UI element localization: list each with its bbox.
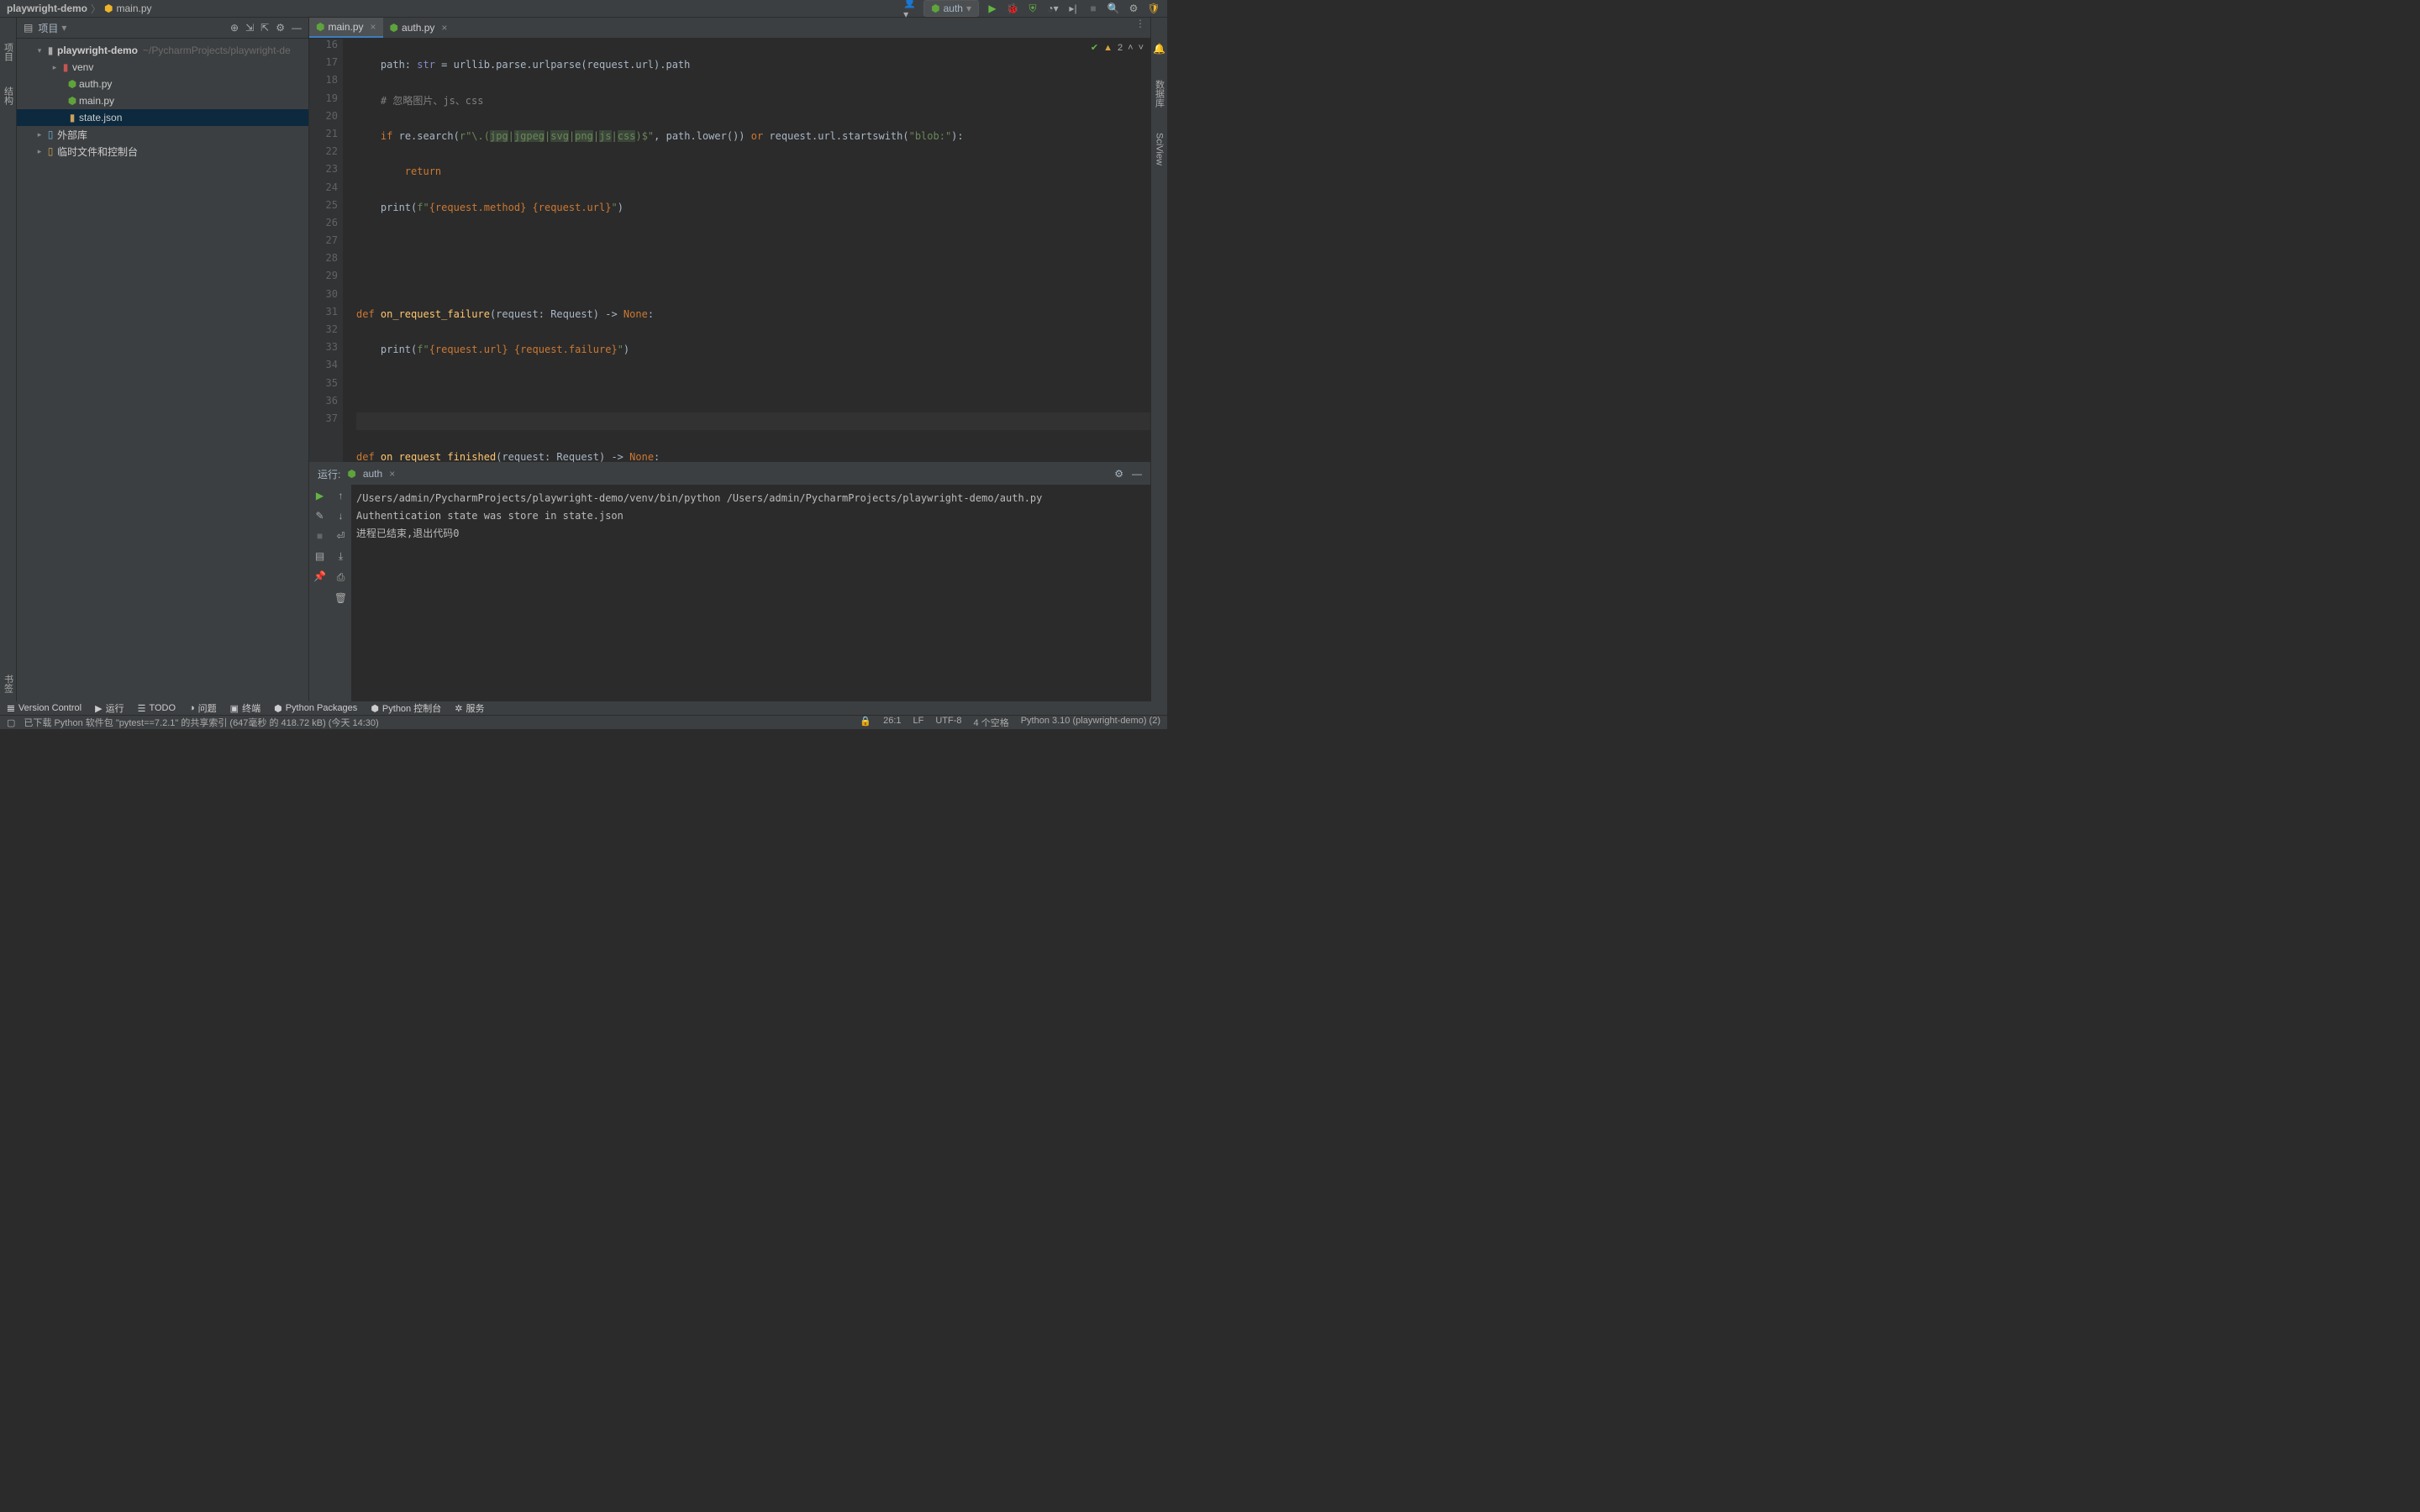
tree-auth-py[interactable]: ⬢ auth.py	[17, 76, 308, 92]
run-config-selector[interactable]: ⬢ auth ▾	[923, 0, 979, 17]
project-tool-button[interactable]: 项目	[2, 43, 15, 61]
debug-icon[interactable]: 🐞	[1006, 2, 1019, 15]
wrap-icon[interactable]: ⏎	[336, 530, 345, 542]
run-minimize-icon[interactable]: —	[1132, 468, 1142, 480]
tree-settings-icon[interactable]: ⚙	[276, 22, 285, 34]
tab-auth-py[interactable]: ⬢auth.py×	[383, 18, 455, 38]
tab-main-py[interactable]: ⬢main.py×	[309, 18, 383, 38]
up-icon[interactable]: ˄	[1128, 43, 1133, 53]
editor-tabs: ⬢main.py× ⬢auth.py× ⋮	[309, 18, 1150, 39]
services-tool-button[interactable]: ✲ 服务	[455, 701, 484, 715]
run-tool-window: 运行: ⬢ auth × ⚙ — ▶ ✎ ■ ▤ 📌 ↑	[309, 462, 1150, 701]
line-number-gutter: 16 17 18 19 20 21 22 23 24 25 26 27 28 2…	[309, 39, 343, 462]
stop-icon[interactable]: ■	[1086, 2, 1100, 15]
run-label: 运行:	[318, 467, 340, 481]
right-tool-stripe: 🔔 数据库 SciView	[1150, 18, 1167, 701]
code-content[interactable]: path: str = urllib.parse.urlparse(reques…	[353, 39, 1150, 462]
close-icon[interactable]: ×	[371, 21, 376, 33]
layout-icon[interactable]: ▤	[315, 550, 324, 562]
structure-tool-button[interactable]: 结构	[2, 87, 15, 105]
status-bar: ▢ 已下载 Python 软件包 "pytest==7.2.1" 的共享索引 (…	[0, 715, 1167, 729]
locate-icon[interactable]: ⊕	[230, 22, 239, 34]
bottom-tool-stripe: 𝌆 Version Control ▶ 运行 ☰ TODO ◑ 问题 ▣ 终端 …	[0, 701, 1167, 715]
run-toolbar-2: ↑ ↓ ⏎ ⤓ ⎙ 🗑	[330, 485, 351, 701]
tree-state-json[interactable]: ▮ state.json	[17, 109, 308, 126]
status-position[interactable]: 26:1	[883, 716, 901, 729]
database-tool-button[interactable]: 数据库	[1153, 80, 1166, 108]
tree-main-py[interactable]: ⬢ main.py	[17, 92, 308, 109]
expand-icon[interactable]: ⇲	[245, 22, 254, 34]
tool-window-toggle-icon[interactable]: ▢	[7, 717, 15, 728]
tree-root[interactable]: ▾▮ playwright-demo ~/PycharmProjects/pla…	[17, 42, 308, 59]
run-output[interactable]: /Users/admin/PycharmProjects/playwright-…	[351, 485, 1150, 701]
down-icon[interactable]: ˅	[1139, 43, 1144, 53]
run-toolbar-left: ▶ ✎ ■ ▤ 📌	[309, 485, 330, 701]
run-header: 运行: ⬢ auth × ⚙ —	[309, 463, 1150, 485]
add-user-icon[interactable]: 👤▾	[903, 2, 917, 15]
project-tree[interactable]: ▾▮ playwright-demo ~/PycharmProjects/pla…	[17, 39, 308, 701]
status-message: 已下载 Python 软件包 "pytest==7.2.1" 的共享索引 (64…	[24, 716, 378, 729]
python-console-tool-button[interactable]: ⬢ Python 控制台	[371, 701, 441, 715]
stop-icon[interactable]: ■	[317, 530, 323, 542]
sciview-tool-button[interactable]: SciView	[1155, 133, 1165, 165]
search-icon[interactable]: 🔍	[1107, 2, 1120, 15]
pin-icon[interactable]: 📌	[313, 570, 326, 582]
project-tree-panel: ▤ 项目▾ ⊕ ⇲ ⇱ ⚙ — ▾▮ playwright-demo ~/Pyc…	[17, 18, 309, 701]
attach-icon[interactable]: ▸|	[1066, 2, 1080, 15]
navigation-bar: playwright-demo 〉 ⬢ main.py 👤▾ ⬢ auth ▾ …	[0, 0, 1167, 18]
chevron-right-icon: 〉	[91, 2, 101, 16]
problems-tool-button[interactable]: ◑ 问题	[189, 701, 217, 715]
vcs-tool-button[interactable]: 𝌆 Version Control	[7, 703, 82, 714]
up-icon[interactable]: ↑	[339, 490, 344, 501]
status-line-ending[interactable]: LF	[913, 716, 924, 729]
tool-icon[interactable]: ✎	[315, 510, 324, 522]
status-indent[interactable]: 4 个空格	[974, 716, 1009, 729]
terminal-tool-button[interactable]: ▣ 终端	[230, 701, 260, 715]
settings-icon[interactable]: ⚙	[1127, 2, 1140, 15]
tree-venv[interactable]: ▸▮ venv	[17, 59, 308, 76]
tree-scratches[interactable]: ▸▯ 临时文件和控制台	[17, 143, 308, 160]
todo-tool-button[interactable]: ☰ TODO	[138, 703, 176, 714]
bookmarks-tool-button[interactable]: 书签	[2, 675, 15, 693]
profile-icon[interactable]: ◔▾	[1046, 2, 1060, 15]
breadcrumb-project[interactable]: playwright-demo	[7, 3, 87, 14]
project-tree-header: ▤ 项目▾ ⊕ ⇲ ⇱ ⚙ —	[17, 18, 308, 39]
print-icon[interactable]: ⎙	[337, 571, 345, 584]
run-config-label: auth	[944, 3, 963, 14]
status-encoding[interactable]: UTF-8	[935, 716, 961, 729]
rerun-icon[interactable]: ▶	[316, 490, 324, 501]
left-tool-stripe: 项目 结构 书签	[0, 18, 17, 701]
close-icon[interactable]: ×	[389, 468, 395, 480]
tab-menu-icon[interactable]: ⋮	[1130, 18, 1150, 38]
notifications-icon[interactable]: 🔔	[1153, 43, 1165, 55]
collapse-icon[interactable]: ⇱	[260, 22, 269, 34]
breadcrumb-file[interactable]: main.py	[117, 3, 152, 14]
tree-external-libs[interactable]: ▸▯ 外部库	[17, 126, 308, 143]
packages-tool-button[interactable]: ⬢ Python Packages	[274, 703, 357, 714]
code-editor[interactable]: ✔ ▲ 2 ˄ ˅ 16 17 18 19 20 21 22 23 24 25 …	[309, 39, 1150, 462]
coverage-icon[interactable]: ⛨	[1026, 2, 1039, 15]
run-tab[interactable]: auth	[363, 468, 382, 480]
project-view-selector[interactable]: 项目▾	[38, 21, 66, 35]
run-icon[interactable]: ▶	[986, 2, 999, 15]
close-icon[interactable]: ×	[441, 22, 447, 34]
check-icon: ✔	[1091, 42, 1098, 53]
inspection-widget[interactable]: ✔ ▲ 2 ˄ ˅	[1091, 42, 1144, 53]
status-interpreter[interactable]: Python 3.10 (playwright-demo) (2)	[1021, 716, 1160, 729]
scroll-icon[interactable]: ⤓	[339, 550, 343, 563]
minimize-icon[interactable]: —	[292, 22, 302, 34]
python-file-icon: ⬢	[104, 3, 113, 14]
run-settings-icon[interactable]: ⚙	[1114, 468, 1123, 480]
run-tool-button[interactable]: ▶ 运行	[95, 701, 124, 715]
down-icon[interactable]: ↓	[339, 510, 344, 522]
shield-icon[interactable]: 🛡	[1147, 2, 1160, 15]
trash-icon[interactable]: 🗑	[334, 592, 347, 604]
lock-icon[interactable]: 🔒	[860, 716, 871, 729]
